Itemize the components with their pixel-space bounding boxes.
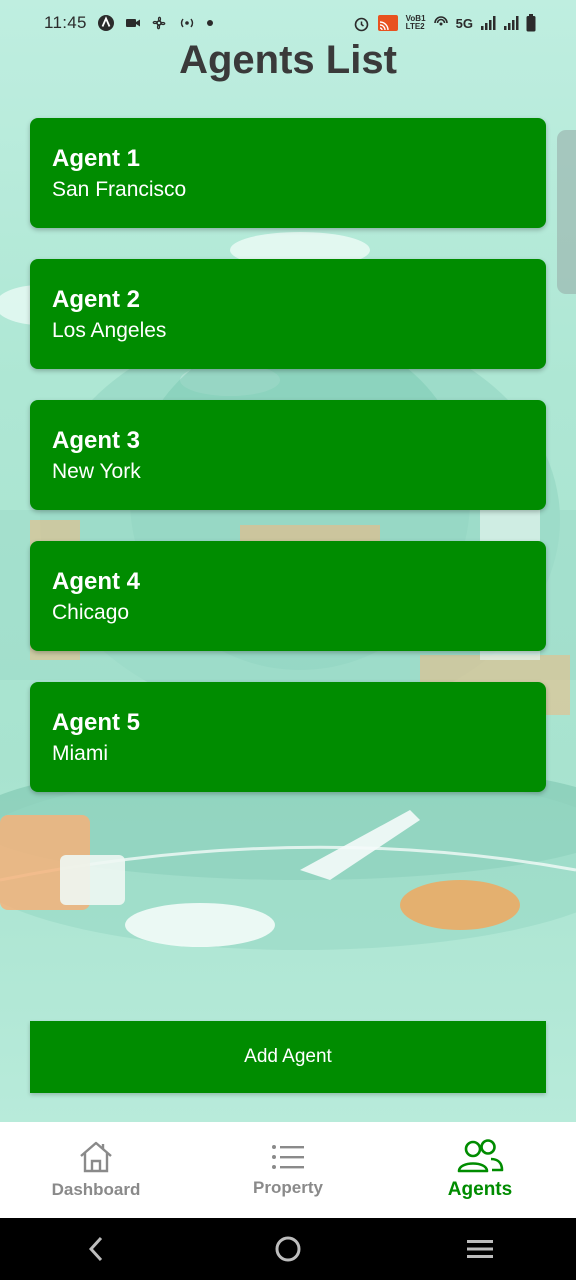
dot-icon bbox=[206, 20, 213, 26]
signal-icon-sim1 bbox=[481, 16, 496, 30]
agent-city: Los Angeles bbox=[52, 319, 167, 342]
agent-list: Agent 1 San Francisco Agent 2 Los Angele… bbox=[30, 118, 546, 823]
nav-label-agents: Agents bbox=[447, 1179, 513, 1200]
status-time: 11:45 bbox=[44, 13, 87, 32]
add-agent-button[interactable]: Add Agent bbox=[30, 1021, 546, 1093]
agent-name: Agent 1 bbox=[52, 145, 141, 172]
page-title: Agents List bbox=[179, 38, 397, 82]
agent-card[interactable]: Agent 2 Los Angeles bbox=[30, 259, 546, 369]
back-button[interactable] bbox=[66, 1224, 126, 1274]
video-camera-icon bbox=[125, 19, 140, 27]
nav-item-dashboard[interactable]: Dashboard bbox=[0, 1122, 192, 1218]
nav-item-agents[interactable]: Agents bbox=[384, 1122, 576, 1218]
app-notification-icon bbox=[97, 15, 114, 31]
alarm-icon bbox=[354, 17, 368, 31]
wifi-calling-icon bbox=[433, 16, 448, 26]
bottom-nav: Dashboard Property Agents bbox=[0, 1122, 576, 1218]
volte-indicator: VoB1 LTE2 bbox=[405, 14, 426, 31]
agent-card[interactable]: Agent 1 San Francisco bbox=[30, 118, 546, 228]
cast-icon bbox=[377, 15, 398, 31]
network-type: 5G bbox=[455, 15, 473, 31]
agent-city: Chicago bbox=[52, 601, 130, 624]
scrollbar-thumb[interactable] bbox=[557, 130, 576, 294]
agent-name: Agent 3 bbox=[52, 427, 141, 454]
back-icon bbox=[88, 1236, 103, 1262]
status-right: VoB1 LTE2 5G bbox=[353, 14, 536, 32]
people-icon bbox=[457, 1139, 504, 1173]
nav-label-dashboard: Dashboard bbox=[51, 1180, 141, 1199]
agent-city: Miami bbox=[52, 742, 108, 765]
hotspot-icon bbox=[180, 18, 193, 28]
agent-card[interactable]: Agent 3 New York bbox=[30, 400, 546, 510]
signal-icon-sim2 bbox=[504, 16, 519, 30]
nav-item-property[interactable]: Property bbox=[192, 1122, 384, 1218]
agent-city: New York bbox=[52, 460, 141, 483]
status-left: 11:45 bbox=[44, 13, 213, 33]
list-icon bbox=[272, 1145, 304, 1169]
home-button[interactable] bbox=[258, 1224, 318, 1274]
agent-name: Agent 2 bbox=[52, 286, 141, 313]
menu-icon bbox=[467, 1240, 493, 1258]
home-circle-icon bbox=[275, 1236, 301, 1262]
agent-card[interactable]: Agent 4 Chicago bbox=[30, 541, 546, 651]
system-nav-bar bbox=[0, 1218, 576, 1280]
battery-icon bbox=[526, 14, 536, 32]
agent-card[interactable]: Agent 5 Miami bbox=[30, 682, 546, 792]
fan-icon bbox=[152, 16, 166, 30]
nav-label-property: Property bbox=[253, 1178, 323, 1197]
agent-city: San Francisco bbox=[52, 178, 187, 201]
agent-name: Agent 4 bbox=[52, 568, 141, 595]
agent-name: Agent 5 bbox=[52, 709, 141, 736]
recents-button[interactable] bbox=[450, 1224, 510, 1274]
home-icon bbox=[80, 1141, 112, 1173]
